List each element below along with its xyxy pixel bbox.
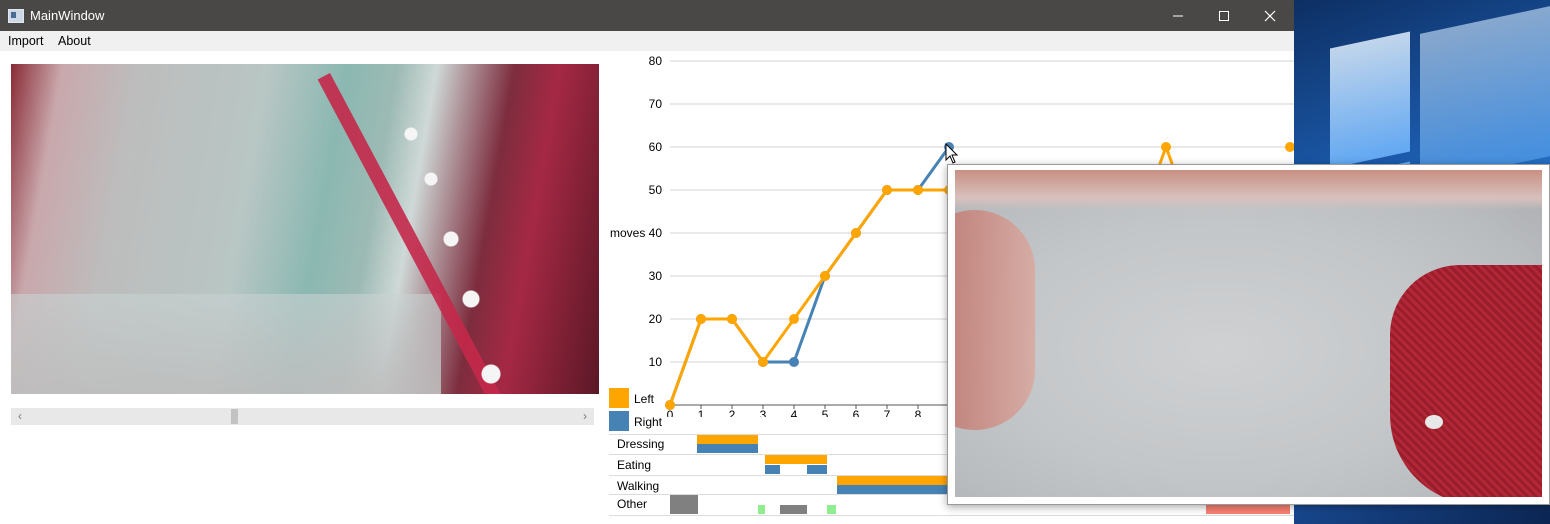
menu-import[interactable]: Import [8, 34, 43, 48]
windows-logo-shape [1330, 31, 1410, 169]
data-point-right [789, 357, 799, 367]
y-tick-label: 20 [649, 312, 663, 326]
x-tick-label: 3 [760, 408, 767, 417]
legend-right-swatch [609, 411, 629, 431]
dressing-left-bar[interactable] [697, 435, 758, 444]
menu-bar: Import About [0, 31, 1294, 51]
video-player[interactable] [11, 64, 599, 394]
x-tick-label: 6 [853, 408, 860, 417]
scroll-right-arrow-icon[interactable]: › [578, 409, 592, 424]
preview-video[interactable] [955, 170, 1542, 497]
data-point-left [882, 185, 892, 195]
legend-right-label: Right [634, 415, 663, 429]
eating-right-bar[interactable] [765, 465, 780, 474]
activity-label-other: Other [617, 497, 648, 511]
activity-label-walking: Walking [617, 479, 660, 493]
data-point-left [913, 185, 923, 195]
maximize-button[interactable] [1201, 0, 1247, 31]
preview-frame-region [1390, 265, 1542, 497]
y-tick-label: 70 [649, 97, 663, 111]
data-point-left [696, 314, 706, 324]
other-bar[interactable] [1206, 505, 1290, 514]
preview-frame-region [1425, 415, 1443, 429]
data-point-left [820, 271, 830, 281]
data-point-left [789, 314, 799, 324]
minimize-icon [1173, 15, 1183, 16]
x-tick-label: 2 [729, 408, 736, 417]
dressing-right-bar[interactable] [697, 444, 758, 453]
y-tick-label: 60 [649, 140, 663, 154]
mouse-cursor-icon [945, 143, 959, 164]
x-tick-label: 7 [884, 408, 891, 417]
minimize-button[interactable] [1155, 0, 1201, 31]
walking-right-bar[interactable] [837, 485, 949, 494]
preview-frame-region [955, 170, 1542, 210]
close-icon [1264, 10, 1276, 21]
legend-left-swatch [609, 388, 629, 408]
preview-popup[interactable] [947, 164, 1550, 505]
y-tick-label: 80 [649, 54, 663, 68]
x-tick-label: 4 [791, 408, 798, 417]
windows-logo-shape [1420, 6, 1550, 184]
data-point-left [851, 228, 861, 238]
menu-about[interactable]: About [58, 34, 91, 48]
window-title: MainWindow [30, 8, 105, 23]
video-frame-region [371, 104, 571, 394]
activity-label-eating: Eating [617, 458, 652, 472]
scroll-left-arrow-icon[interactable]: ‹ [13, 409, 27, 424]
y-tick-label: 50 [649, 183, 663, 197]
data-point-left [758, 357, 768, 367]
preview-frame-region [955, 210, 1035, 430]
app-icon [8, 9, 24, 23]
x-tick-label: 5 [822, 408, 829, 417]
other-bar[interactable] [827, 505, 836, 514]
maximize-icon [1219, 10, 1229, 21]
y-axis-label: moves [610, 226, 645, 240]
x-tick-label: 8 [915, 408, 922, 417]
timeline-separator [609, 515, 1294, 516]
eating-left-bar[interactable] [765, 455, 827, 464]
other-bar[interactable] [670, 495, 698, 514]
y-tick-label: 40 [649, 226, 663, 240]
data-point-left [727, 314, 737, 324]
x-tick-label: 1 [698, 408, 705, 417]
data-point-left [665, 400, 675, 410]
y-tick-label: 10 [649, 355, 663, 369]
y-tick-label: 30 [649, 269, 663, 283]
close-button[interactable] [1247, 0, 1293, 31]
eating-right-bar[interactable] [807, 465, 827, 474]
scroll-thumb[interactable] [231, 409, 238, 424]
legend-left-label: Left [634, 392, 655, 406]
other-bar[interactable] [758, 505, 765, 514]
walking-left-bar[interactable] [837, 476, 949, 485]
other-bar[interactable] [780, 505, 807, 514]
video-seek-scrollbar[interactable]: ‹ › [11, 408, 594, 425]
series-line-left [668, 188, 949, 406]
title-bar[interactable]: MainWindow [0, 0, 1294, 31]
activity-label-dressing: Dressing [617, 437, 665, 451]
